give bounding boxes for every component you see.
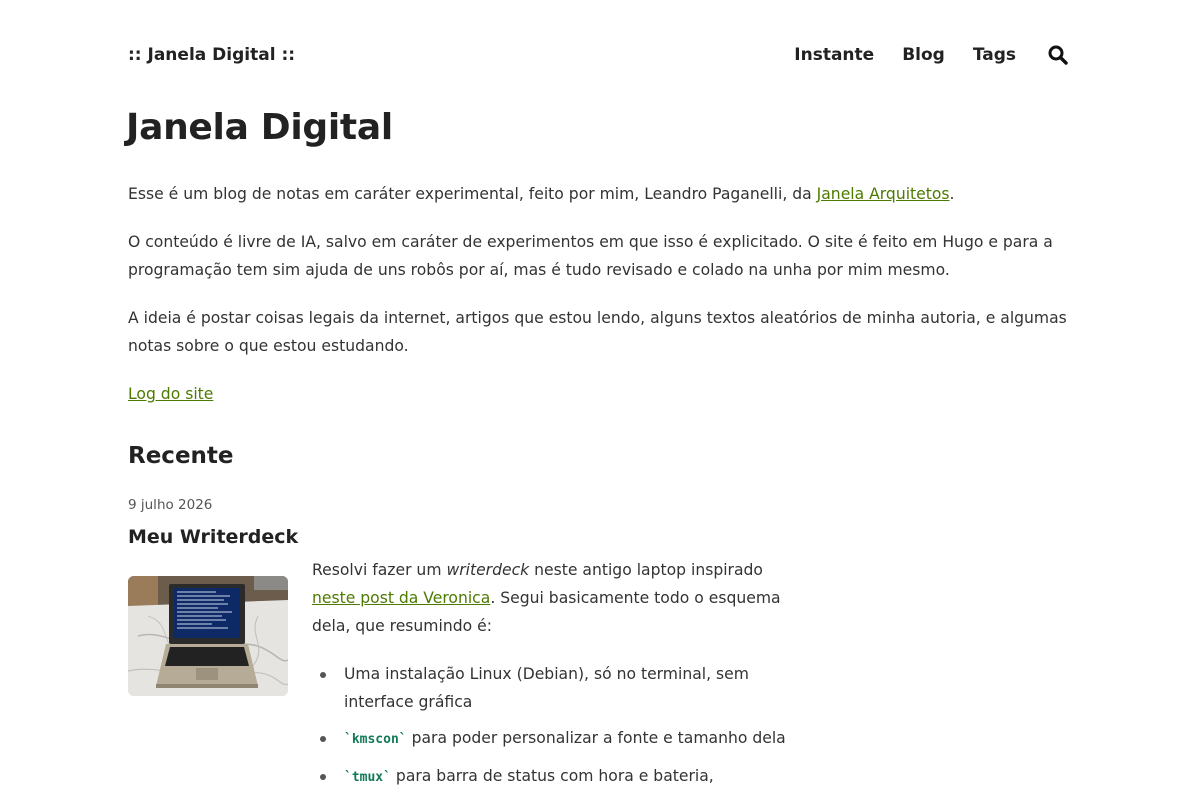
- nav-item-tags[interactable]: Tags: [973, 42, 1016, 68]
- excerpt-emphasis: writerdeck: [446, 561, 530, 579]
- janela-arquitetos-link[interactable]: Janela Arquitetos: [817, 185, 950, 203]
- list-item-code: `tmux`: [344, 770, 391, 785]
- main-nav: Instante Blog Tags: [766, 42, 1068, 68]
- recent-heading: Recente: [128, 443, 234, 469]
- post-excerpt: Resolvi fazer um writerdeck neste antigo…: [312, 556, 792, 640]
- list-item-text: para poder personalizar a fonte e tamanh…: [406, 729, 786, 747]
- list-item: `kmscon` para poder personalizar a fonte…: [312, 724, 792, 754]
- list-item-text: para barra de status com hora e bateria,: [390, 767, 714, 785]
- intro-paragraph-1: Esse é um blog de notas em caráter exper…: [128, 180, 1078, 208]
- list-item: Uma instalação Linux (Debian), só no ter…: [312, 660, 792, 716]
- nav-item-blog[interactable]: Blog: [902, 42, 945, 68]
- site-header: :: Janela Digital :: Instante Blog Tags: [128, 42, 1068, 70]
- search-icon[interactable]: [1048, 45, 1068, 65]
- post-item-list: Uma instalação Linux (Debian), só no ter…: [312, 660, 792, 800]
- intro-text-end: .: [949, 185, 955, 203]
- log-do-site-link[interactable]: Log do site: [128, 380, 213, 408]
- list-item-text: Uma instalação Linux (Debian), só no ter…: [344, 665, 749, 711]
- post-title-link[interactable]: Meu Writerdeck: [128, 522, 298, 552]
- excerpt-text-2: neste antigo laptop inspirado: [529, 561, 763, 579]
- intro-text: Esse é um blog de notas em caráter exper…: [128, 185, 817, 203]
- post-thumbnail[interactable]: [128, 576, 288, 696]
- intro-paragraph-3: A ideia é postar coisas legais da intern…: [128, 309, 1067, 355]
- list-item-code: `kmscon`: [344, 732, 407, 747]
- post-date: 9 julho 2026: [128, 497, 213, 513]
- excerpt-text-1: Resolvi fazer um: [312, 561, 447, 579]
- intro-paragraph-2: O conteúdo é livre de IA, salvo em carát…: [128, 233, 1053, 279]
- list-item: `tmux` para barra de status com hora e b…: [312, 762, 792, 792]
- nav-item-instante[interactable]: Instante: [794, 42, 874, 68]
- site-brand-link[interactable]: :: Janela Digital ::: [128, 42, 295, 68]
- page-title: Janela Digital: [126, 107, 393, 148]
- veronica-post-link[interactable]: neste post da Veronica: [312, 589, 490, 607]
